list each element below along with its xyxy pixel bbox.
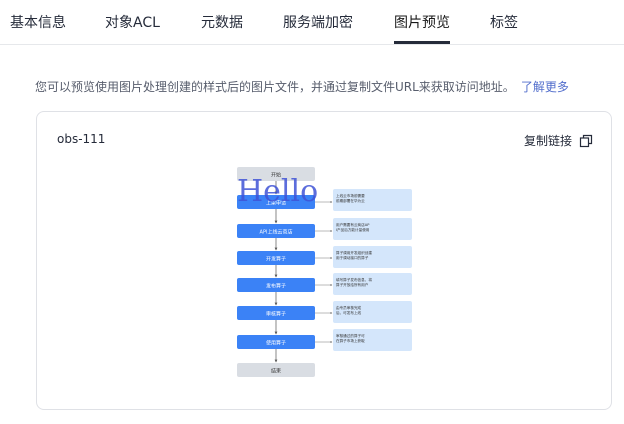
tab-bar: 基本信息 对象ACL 元数据 服务端加密 图片预览 标签 (0, 0, 624, 45)
flow-step-label: 使用算子 (266, 340, 286, 347)
copy-icon (579, 134, 593, 147)
flow-step-label: 审核算子 (266, 311, 286, 318)
tab-basic-info[interactable]: 基本信息 (10, 12, 66, 32)
learn-more-link[interactable]: 了解更多 (521, 80, 569, 94)
copy-link-label: 复制链接 (523, 134, 572, 148)
object-name: obs-111 (57, 132, 106, 146)
preview-description: 您可以预览使用图片处理创建的样式后的图片文件，并通过复制文件URL来获取访问地址… (35, 78, 569, 95)
flow-step-label: 结束 (271, 368, 281, 375)
flow-step-label: 开发算子 (266, 256, 286, 263)
copy-link-button[interactable]: 复制链接 (524, 132, 593, 149)
tab-image-preview[interactable]: 图片预览 (394, 12, 450, 32)
watermark-text: Hello (237, 174, 318, 209)
tab-metadata[interactable]: 元数据 (201, 12, 243, 32)
preview-card: obs-111 复制链接 开始 上架申请 API上线云商店 开发算子 发布算子 审核算子使… (36, 111, 612, 410)
flow-step-label: 发布算子 (266, 283, 286, 290)
flow-step-label: API上线云商店 (260, 229, 293, 236)
description-text: 您可以预览使用图片处理创建的样式后的图片文件，并通过复制文件URL来获取访问地址… (35, 80, 515, 94)
preview-image: 开始上架申请API上线云商店开发算子发布算子审核算子使用算子结束上线云市场前需要… (237, 167, 412, 377)
tab-server-encryption[interactable]: 服务端加密 (283, 12, 353, 32)
active-tab-indicator (394, 41, 450, 44)
tab-tags[interactable]: 标签 (490, 12, 518, 32)
tab-object-acl[interactable]: 对象ACL (105, 12, 160, 32)
